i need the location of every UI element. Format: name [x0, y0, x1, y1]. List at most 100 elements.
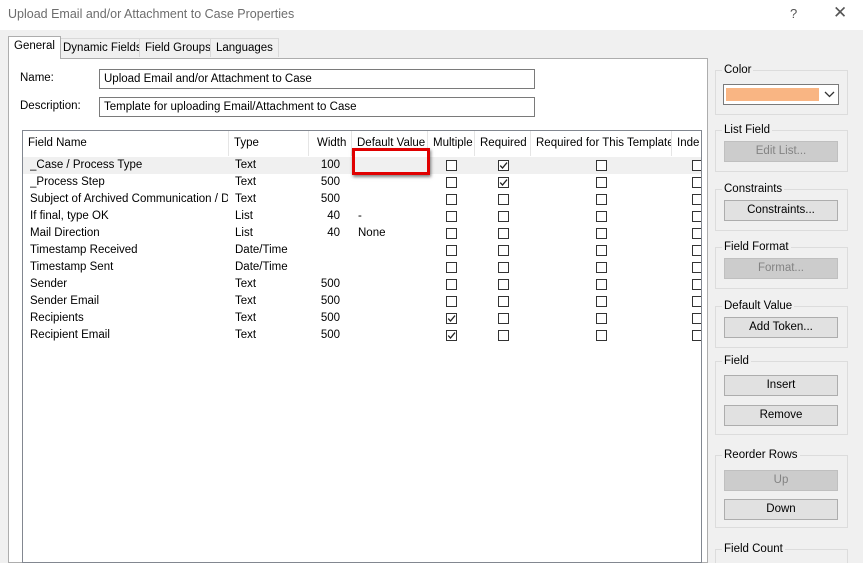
- required-template-checkbox[interactable]: [596, 279, 607, 290]
- constraints-label: Constraints: [722, 183, 785, 195]
- type-cell: Text: [235, 159, 257, 171]
- field-name-cell: Timestamp Sent: [30, 261, 114, 273]
- table-row[interactable]: Mail Direction List 40 None: [23, 225, 701, 242]
- constraints-button[interactable]: Constraints...: [724, 200, 838, 221]
- required-template-checkbox[interactable]: [596, 296, 607, 307]
- index-checkbox[interactable]: [692, 262, 701, 273]
- type-cell: List: [235, 210, 253, 222]
- multiple-checkbox[interactable]: [446, 211, 457, 222]
- index-checkbox[interactable]: [692, 194, 701, 205]
- list-field-label: List Field: [722, 124, 773, 136]
- help-button[interactable]: ?: [790, 6, 797, 21]
- title-bar: Upload Email and/or Attachment to Case P…: [0, 0, 863, 30]
- chevron-down-icon[interactable]: [822, 86, 837, 103]
- required-template-checkbox[interactable]: [596, 211, 607, 222]
- required-checkbox[interactable]: [498, 313, 509, 324]
- table-row[interactable]: Sender Text 500: [23, 276, 701, 293]
- width-cell: 500: [320, 176, 340, 188]
- remove-button[interactable]: Remove: [724, 405, 838, 426]
- column-header-type[interactable]: Type: [229, 131, 309, 156]
- table-row[interactable]: Timestamp Sent Date/Time: [23, 259, 701, 276]
- add-token-button[interactable]: Add Token...: [724, 317, 838, 338]
- multiple-checkbox[interactable]: [446, 279, 457, 290]
- up-button[interactable]: Up: [724, 470, 838, 491]
- required-checkbox[interactable]: [498, 262, 509, 273]
- width-cell: 100: [320, 159, 340, 171]
- multiple-checkbox[interactable]: [446, 313, 457, 324]
- index-checkbox[interactable]: [692, 245, 701, 256]
- multiple-checkbox[interactable]: [446, 194, 457, 205]
- field-count-label: Field Count: [722, 543, 785, 555]
- multiple-checkbox[interactable]: [446, 296, 457, 307]
- required-template-checkbox[interactable]: [596, 177, 607, 188]
- default-value-cell: -: [358, 210, 362, 222]
- column-header-required[interactable]: Required: [475, 131, 531, 156]
- table-row[interactable]: Recipient Email Text 500: [23, 327, 701, 344]
- required-template-checkbox[interactable]: [596, 330, 607, 341]
- type-cell: Text: [235, 193, 257, 205]
- column-header-required-template[interactable]: Required for This Template: [531, 131, 672, 156]
- type-cell: List: [235, 227, 253, 239]
- color-dropdown[interactable]: [723, 84, 839, 105]
- width-cell: 500: [320, 295, 340, 307]
- index-checkbox[interactable]: [692, 177, 701, 188]
- multiple-checkbox[interactable]: [446, 262, 457, 273]
- close-icon[interactable]: ✕: [833, 3, 847, 23]
- table-row[interactable]: Subject of Archived Communication / Doc T…: [23, 191, 701, 208]
- edit-list-button[interactable]: Edit List...: [724, 141, 838, 162]
- required-checkbox[interactable]: [498, 228, 509, 239]
- multiple-checkbox[interactable]: [446, 245, 457, 256]
- index-checkbox[interactable]: [692, 160, 701, 171]
- index-checkbox[interactable]: [692, 296, 701, 307]
- required-checkbox[interactable]: [498, 194, 509, 205]
- format-button[interactable]: Format...: [724, 258, 838, 279]
- table-row[interactable]: Timestamp Received Date/Time: [23, 242, 701, 259]
- index-checkbox[interactable]: [692, 228, 701, 239]
- required-template-checkbox[interactable]: [596, 245, 607, 256]
- required-checkbox[interactable]: [498, 245, 509, 256]
- multiple-checkbox[interactable]: [446, 228, 457, 239]
- column-header-index[interactable]: Inde: [672, 131, 701, 156]
- index-checkbox[interactable]: [692, 313, 701, 324]
- tab-languages[interactable]: Languages: [210, 38, 279, 57]
- required-checkbox[interactable]: [498, 160, 509, 171]
- field-name-cell: _Case / Process Type: [30, 159, 143, 171]
- required-template-checkbox[interactable]: [596, 313, 607, 324]
- table-row[interactable]: Recipients Text 500: [23, 310, 701, 327]
- table-row[interactable]: _Process Step Text 500: [23, 174, 701, 191]
- down-button[interactable]: Down: [724, 499, 838, 520]
- tab-dynamic-fields[interactable]: Dynamic Fields: [57, 38, 148, 57]
- table-row[interactable]: If final, type OK List 40 -: [23, 208, 701, 225]
- required-checkbox[interactable]: [498, 177, 509, 188]
- tab-field-groups[interactable]: Field Groups: [139, 38, 217, 57]
- required-template-checkbox[interactable]: [596, 160, 607, 171]
- tab-general[interactable]: General: [8, 36, 61, 59]
- multiple-checkbox[interactable]: [446, 330, 457, 341]
- insert-button[interactable]: Insert: [724, 375, 838, 396]
- fields-grid[interactable]: Field Name Type Width Default Value Mult…: [22, 130, 702, 563]
- column-header-multiple[interactable]: Multiple: [428, 131, 475, 156]
- index-checkbox[interactable]: [692, 211, 701, 222]
- multiple-checkbox[interactable]: [446, 177, 457, 188]
- index-checkbox[interactable]: [692, 330, 701, 341]
- multiple-checkbox[interactable]: [446, 160, 457, 171]
- field-name-cell: Recipients: [30, 312, 84, 324]
- required-template-checkbox[interactable]: [596, 262, 607, 273]
- name-label: Name:: [20, 72, 54, 84]
- width-cell: 500: [320, 193, 340, 205]
- index-checkbox[interactable]: [692, 279, 701, 290]
- required-checkbox[interactable]: [498, 211, 509, 222]
- table-row[interactable]: Sender Email Text 500: [23, 293, 701, 310]
- name-input[interactable]: Upload Email and/or Attachment to Case: [99, 69, 535, 89]
- required-checkbox[interactable]: [498, 296, 509, 307]
- default-value-highlight-box: [352, 148, 430, 175]
- type-cell: Text: [235, 329, 257, 341]
- required-template-checkbox[interactable]: [596, 194, 607, 205]
- required-checkbox[interactable]: [498, 279, 509, 290]
- column-header-field-name[interactable]: Field Name: [23, 131, 229, 156]
- required-checkbox[interactable]: [498, 330, 509, 341]
- description-input[interactable]: Template for uploading Email/Attachment …: [99, 97, 535, 117]
- required-template-checkbox[interactable]: [596, 228, 607, 239]
- column-header-width[interactable]: Width: [309, 131, 352, 156]
- default-value-label: Default Value: [722, 300, 795, 312]
